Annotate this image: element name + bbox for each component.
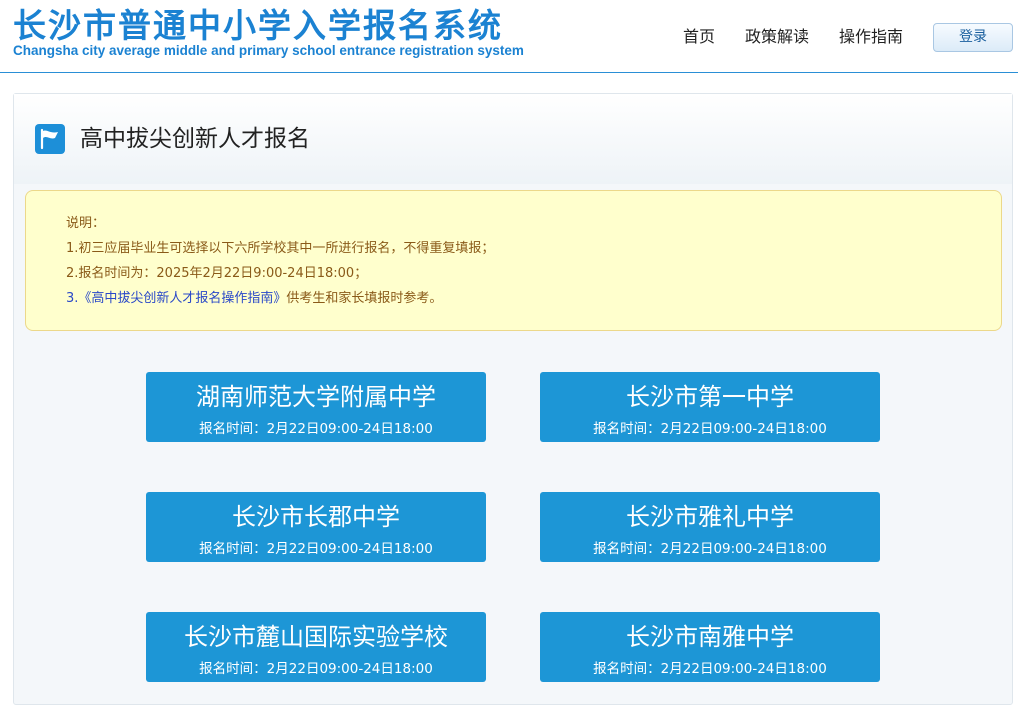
site-header: 长沙市普通中小学入学报名系统 Changsha city average mid… [0,0,1018,73]
nav-policy[interactable]: 政策解读 [745,26,809,48]
school-button-lushan[interactable]: 长沙市麓山国际实验学校 报名时间：2月22日09:00-24日18:00 [146,612,486,682]
site-subtitle: Changsha city average middle and primary… [13,43,524,58]
notice-line-3-suffix: 供考生和家长填报时参考。 [286,291,443,306]
notice-line-1: 1.初三应届毕业生可选择以下六所学校其中一所进行报名，不得重复填报； [66,241,495,256]
school-button-hunan-normal[interactable]: 湖南师范大学附属中学 报名时间：2月22日09:00-24日18:00 [146,372,486,442]
flag-icon [35,124,65,154]
school-button-nanya[interactable]: 长沙市南雅中学 报名时间：2月22日09:00-24日18:00 [540,612,880,682]
notice-line-3: 3.《高中拔尖创新人才报名操作指南》供考生和家长填报时参考。 [66,290,442,308]
nav-guide[interactable]: 操作指南 [839,26,903,48]
school-name: 长沙市第一中学 [626,383,794,411]
login-button[interactable]: 登录 [933,23,1013,52]
school-time: 报名时间：2月22日09:00-24日18:00 [593,541,827,557]
main-panel: 高中拔尖创新人才报名 说明： 1.初三应届毕业生可选择以下六所学校其中一所进行报… [13,93,1013,705]
notice-line-3-prefix: 3. [66,291,79,306]
school-time: 报名时间：2月22日09:00-24日18:00 [199,661,433,677]
school-time: 报名时间：2月22日09:00-24日18:00 [593,661,827,677]
school-name: 湖南师范大学附属中学 [196,383,436,411]
school-time: 报名时间：2月22日09:00-24日18:00 [199,421,433,437]
school-name: 长沙市雅礼中学 [626,503,794,531]
page-title: 高中拔尖创新人才报名 [80,126,310,152]
school-name: 长沙市南雅中学 [626,623,794,651]
guide-link[interactable]: 《高中拔尖创新人才报名操作指南》 [78,291,286,306]
notice-box: 说明： 1.初三应届毕业生可选择以下六所学校其中一所进行报名，不得重复填报； 2… [25,190,1002,331]
school-name: 长沙市麓山国际实验学校 [184,623,448,651]
notice-heading: 说明： [66,216,106,231]
school-time: 报名时间：2月22日09:00-24日18:00 [199,541,433,557]
school-time: 报名时间：2月22日09:00-24日18:00 [593,421,827,437]
school-button-changjun[interactable]: 长沙市长郡中学 报名时间：2月22日09:00-24日18:00 [146,492,486,562]
site-title: 长沙市普通中小学入学报名系统 [13,6,503,45]
nav-home[interactable]: 首页 [683,26,715,48]
notice-line-2: 2.报名时间为：2025年2月22日9:00-24日18:00； [66,266,368,281]
school-button-yali[interactable]: 长沙市雅礼中学 报名时间：2月22日09:00-24日18:00 [540,492,880,562]
school-button-changsha-no1[interactable]: 长沙市第一中学 报名时间：2月22日09:00-24日18:00 [540,372,880,442]
panel-header: 高中拔尖创新人才报名 [14,94,1012,184]
school-name: 长沙市长郡中学 [232,503,400,531]
